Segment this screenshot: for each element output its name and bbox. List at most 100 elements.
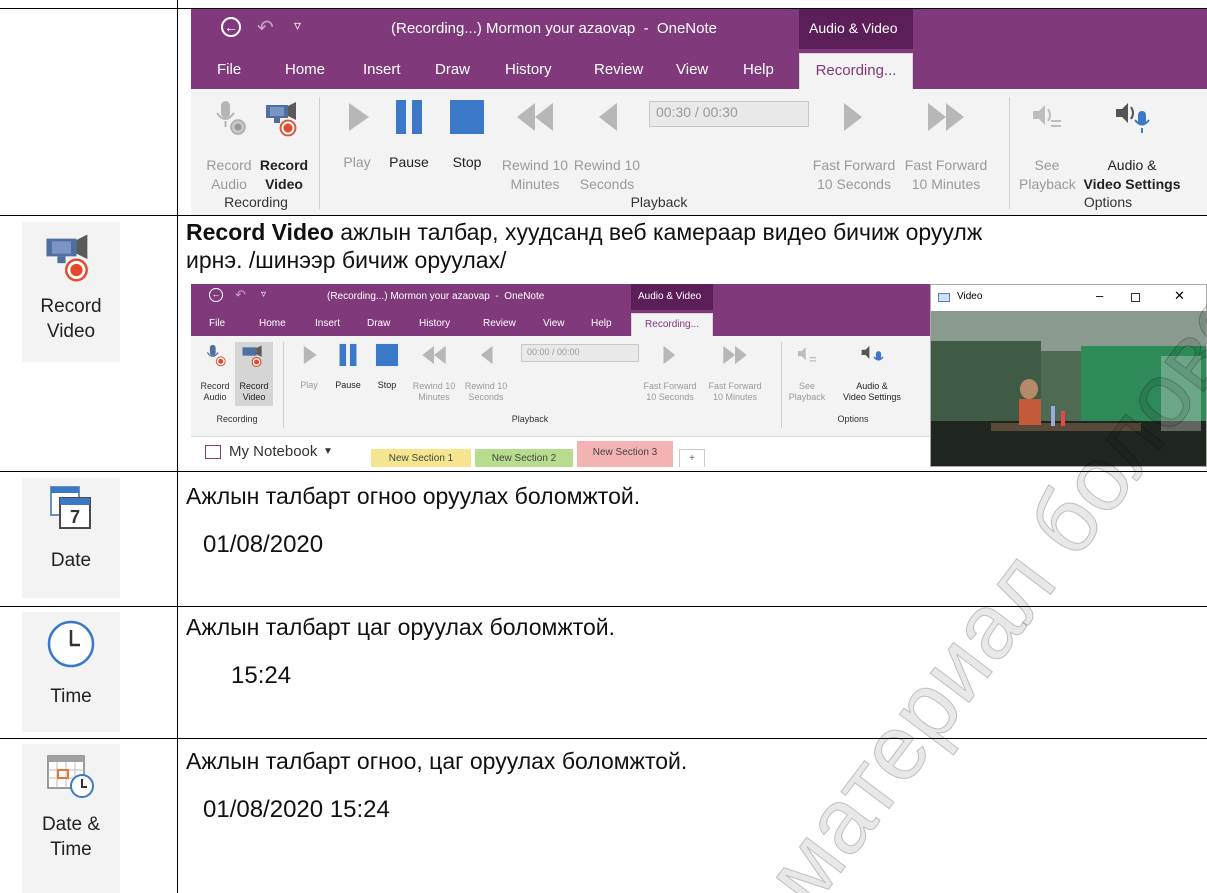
small-audio-video-settings-label-2: Video Settings (843, 392, 901, 402)
rewind-double-icon (517, 103, 553, 131)
record-audio-button[interactable]: Record Audio (201, 97, 257, 194)
time-description: Ажлын талбарт цаг оруулах боломжтой. (186, 614, 616, 640)
pause-button[interactable]: Pause (387, 97, 431, 170)
small-tab-help: Help (591, 318, 612, 329)
tab-help[interactable]: Help (743, 61, 774, 78)
date-description: Ажлын талбарт огноо оруулах боломжтой. (186, 483, 641, 509)
back-icon[interactable]: ← (221, 17, 241, 37)
notebook-icon (205, 445, 221, 459)
small-rewind-10-minutes-label-2: Minutes (418, 392, 450, 402)
small-window-title: (Recording...) Mormon your azaovap - One… (327, 291, 545, 302)
play-label: Play (343, 154, 371, 170)
tab-home[interactable]: Home (285, 61, 325, 78)
clock-icon (47, 620, 95, 668)
audio-video-settings-label-1: Audio & (1107, 157, 1157, 173)
fast-forward-10-seconds-button[interactable]: Fast Forward 10 Seconds (811, 97, 897, 194)
see-playback-label-1: See (1034, 157, 1060, 173)
pause-icon (339, 343, 357, 367)
rewind-10-seconds-label-1: Rewind 10 (573, 157, 641, 173)
small-tab-history: History (419, 318, 451, 329)
rewind-icon (599, 103, 617, 131)
small-title-bar: ← ↶ ▿ (Recording...) Mormon your azaovap… (191, 284, 930, 310)
fast-forward-double-icon (928, 103, 964, 131)
video-camera-record-icon (242, 345, 262, 368)
date-time-feature-icon-tile: Date & Time (22, 744, 120, 893)
record-video-description-line2: ирнэ. /шинээр бичиж оруулах/ (186, 247, 507, 273)
small-playback-time-display: 00:00 / 00:00 (521, 344, 639, 362)
fast-forward-icon (844, 103, 862, 131)
record-video-icon-label-1: Record (40, 296, 102, 317)
small-tab-home: Home (259, 318, 286, 329)
undo-icon[interactable]: ↶ (257, 15, 274, 40)
stop-icon (375, 343, 399, 367)
record-video-button[interactable]: Record Video (255, 97, 313, 194)
record-video-feature-icon-tile: Record Video (22, 222, 120, 362)
date-time-icon (47, 755, 94, 798)
small-pause-label: Pause (335, 380, 361, 390)
date-time-icon-label-2: Time (50, 839, 92, 860)
calendar-day-number: 7 (70, 507, 80, 527)
rewind-icon (480, 345, 493, 365)
video-camera-record-icon (266, 102, 297, 137)
small-record-audio-label-1: Record (200, 381, 230, 391)
window-title: (Recording...) Mormon your azaovap - One… (391, 20, 717, 37)
rewind-double-icon (422, 345, 446, 365)
row-divider (0, 738, 1207, 739)
small-context-tab-label: Audio & Video (638, 291, 702, 302)
tab-insert[interactable]: Insert (363, 61, 401, 78)
row-divider (0, 471, 1207, 472)
fast-forward-10-minutes-label-2: 10 Minutes (911, 176, 981, 192)
small-stop-button: Stop (373, 342, 401, 390)
tab-file[interactable]: File (217, 61, 241, 78)
stop-button[interactable]: Stop (447, 97, 487, 170)
rewind-10-minutes-button[interactable]: Rewind 10 Minutes (497, 97, 573, 194)
video-window: Video – ✕ (930, 284, 1207, 467)
rewind-10-minutes-label-2: Minutes (510, 176, 560, 192)
small-record-video-label-2: Video (242, 392, 266, 402)
record-video-description: Record Video ажлын талбар, хуудсанд веб … (186, 218, 982, 274)
video-camera-record-icon (46, 234, 88, 282)
quick-access-dropdown-icon[interactable]: ▿ (294, 17, 301, 34)
small-fast-forward-10-minutes-label-1: Fast Forward (708, 381, 762, 391)
small-record-video-button: Record Video (235, 342, 273, 406)
small-group-playback-label: Playback (511, 414, 549, 424)
pause-icon (396, 100, 422, 134)
tab-view[interactable]: View (676, 61, 708, 78)
tab-recording[interactable]: Recording... (799, 53, 913, 89)
maximize-icon (1131, 293, 1140, 302)
small-record-audio-label-2: Audio (203, 392, 227, 402)
see-playback-label-2: Playback (1019, 176, 1076, 192)
record-video-description-bold: Record Video (186, 219, 334, 245)
stop-icon (450, 100, 484, 134)
fast-forward-10-seconds-label-2: 10 Seconds (817, 176, 891, 192)
tab-review[interactable]: Review (594, 61, 643, 78)
date-time-example: 01/08/2020 15:24 (203, 796, 390, 823)
play-button[interactable]: Play (337, 97, 377, 170)
group-separator (319, 97, 320, 209)
small-stop-label: Stop (377, 380, 397, 390)
see-playback-button[interactable]: See Playback (1019, 97, 1076, 194)
fast-forward-10-minutes-label-1: Fast Forward (904, 157, 988, 173)
section-tab-2: New Section 2 (475, 449, 573, 467)
fast-forward-10-minutes-button[interactable]: Fast Forward 10 Minutes (901, 97, 991, 194)
tab-history[interactable]: History (505, 61, 552, 78)
time-icon-label: Time (50, 686, 92, 707)
small-play-label: Play (300, 380, 318, 390)
small-fast-forward-10-seconds-label-2: 10 Seconds (646, 392, 694, 402)
pause-label: Pause (389, 154, 429, 170)
audio-video-settings-button[interactable]: Audio & Video Settings (1073, 97, 1191, 194)
rewind-10-seconds-button[interactable]: Rewind 10 Seconds (569, 97, 645, 194)
date-feature-icon-tile: 7 Date (22, 478, 120, 598)
time-feature-icon-tile: Time (22, 612, 120, 732)
small-context-tab-header: Audio & Video (631, 284, 713, 310)
close-icon: ✕ (1174, 288, 1185, 303)
small-record-audio-button: Record Audio (197, 342, 233, 403)
group-separator (781, 342, 782, 428)
back-icon: ← (209, 288, 223, 302)
tab-draw[interactable]: Draw (435, 61, 470, 78)
context-tab-label: Audio & Video (809, 20, 898, 36)
column-divider (177, 0, 178, 893)
small-tab-draw: Draw (367, 318, 391, 329)
rewind-10-seconds-label-2: Seconds (579, 176, 635, 192)
play-icon (303, 345, 317, 365)
